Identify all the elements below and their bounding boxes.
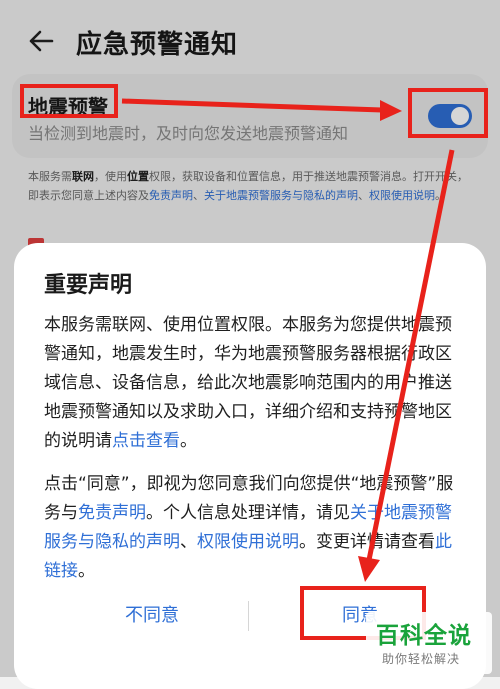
dialog-body: 本服务需联网、使用位置权限。本服务为您提供地震预警通知，地震发生时，华为地震预警… bbox=[44, 311, 460, 600]
dialog-text: 。 bbox=[78, 561, 95, 581]
view-details-link[interactable]: 点击查看 bbox=[112, 431, 180, 451]
disclaimer-link[interactable]: 免责声明 bbox=[78, 503, 146, 523]
permission-info-link[interactable]: 权限使用说明 bbox=[197, 532, 299, 552]
watermark-subtext: 助你轻松解决 bbox=[382, 652, 461, 666]
watermark-text: 百科全说 bbox=[376, 623, 472, 649]
dialog-paragraph: 本服务需联网、使用位置权限。本服务为您提供地震预警通知，地震发生时，华为地震预警… bbox=[44, 311, 460, 456]
dialog-text: 。 bbox=[180, 431, 197, 451]
watermark-logo: 百科全说 助你轻松解决 bbox=[366, 612, 492, 674]
dialog-text: 、 bbox=[180, 532, 197, 552]
dialog-text: 。个人信息处理详情，请见 bbox=[146, 503, 350, 523]
disagree-button[interactable]: 不同意 bbox=[62, 599, 242, 633]
button-divider bbox=[248, 601, 249, 631]
dialog-title: 重要声明 bbox=[44, 273, 133, 298]
dialog-text: 本服务需联网、使用位置权限。本服务为您提供地震预警通知，地震发生时，华为地震预警… bbox=[44, 315, 452, 451]
dialog-paragraph: 点击“同意”，即视为您同意我们向您提供“地震预警”服务与免责声明。个人信息处理详… bbox=[44, 470, 460, 586]
dialog-text: 。变更详情请查看 bbox=[299, 532, 435, 552]
